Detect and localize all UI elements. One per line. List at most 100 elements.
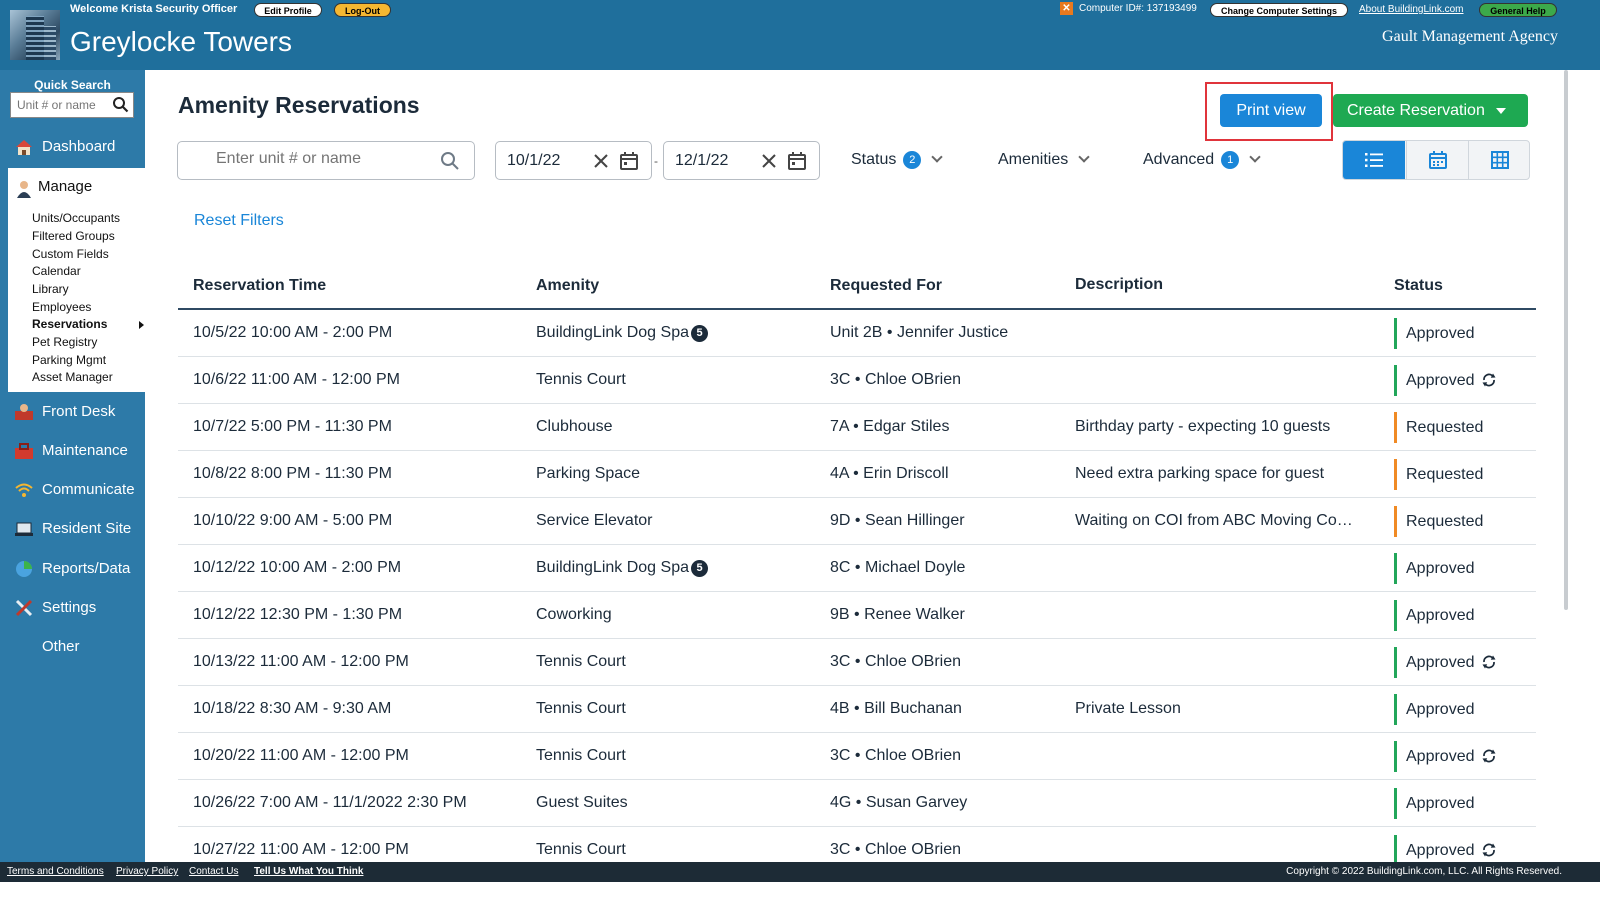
nav-units-occupants[interactable]: Units/Occupants [32,211,120,225]
nav-pet-registry[interactable]: Pet Registry [32,335,97,349]
status-badge: Approved [1394,694,1475,725]
col-amenity[interactable]: Amenity [536,277,599,295]
logout-button[interactable]: Log-Out [334,3,391,17]
table-row[interactable]: 10/12/22 10:00 AM - 2:00 PM BuildingLink … [178,545,1536,592]
reservation-search-input[interactable] [216,150,436,168]
start-date-field[interactable]: 10/1/22 [495,141,652,180]
nav-custom-fields[interactable]: Custom Fields [32,247,109,261]
caret-down-icon[interactable] [1496,108,1506,114]
table-row[interactable]: 10/18/22 8:30 AM - 9:30 AM Tennis Court 4B… [178,686,1536,733]
requested-for[interactable]: 4G • Susan Garvey [830,794,967,812]
amenity-name[interactable]: Guest Suites [536,794,628,812]
nav-calendar[interactable]: Calendar [32,264,81,278]
requested-for[interactable]: 4A • Erin Driscoll [830,465,949,483]
amenity-name[interactable]: Tennis Court [536,371,626,389]
col-requested-for[interactable]: Requested For [830,277,942,295]
about-buildinglink-link[interactable]: About BuildingLink.com [1359,4,1464,15]
wifi-icon [15,483,33,497]
requested-for[interactable]: 8C • Michael Doyle [830,559,965,577]
search-icon[interactable] [440,151,460,171]
privacy-link[interactable]: Privacy Policy [116,866,178,877]
table-row[interactable]: 10/10/22 9:00 AM - 5:00 PM Service Elevat… [178,498,1536,545]
feedback-link[interactable]: Tell Us What You Think [254,866,363,877]
person-icon [17,181,31,198]
requested-for[interactable]: 9D • Sean Hillinger [830,512,965,530]
page-title: Amenity Reservations [178,92,420,118]
amenity-name[interactable]: Tennis Court [536,653,626,671]
terms-link[interactable]: Terms and Conditions [7,866,104,877]
nav-employees[interactable]: Employees [32,300,91,314]
table-row[interactable]: 10/26/22 7:00 AM - 11/1/2022 2:30 PM Gues… [178,780,1536,827]
requested-for[interactable]: 7A • Edgar Stiles [830,418,949,436]
quick-search-box [10,92,134,118]
status-badge: Approved [1394,318,1475,349]
clear-icon[interactable] [593,153,609,169]
reset-filters-link[interactable]: Reset Filters [194,212,284,230]
reservation-time: 10/10/22 9:00 AM - 5:00 PM [193,512,393,529]
requested-for[interactable]: 3C • Chloe OBrien [830,747,961,765]
nav-resident-site[interactable]: Resident Site [0,516,145,542]
nav-library[interactable]: Library [32,282,69,296]
nav-maintenance[interactable]: Maintenance [0,438,145,464]
reservation-time: 10/13/22 11:00 AM - 12:00 PM [193,653,409,670]
nav-reports-data[interactable]: Reports/Data [0,556,145,582]
amenities-filter-dropdown[interactable]: Amenities [998,151,1090,171]
print-view-button[interactable]: Print view [1220,94,1322,127]
amenity-name[interactable]: Tennis Court [536,700,626,718]
nav-other[interactable]: Other [0,634,145,660]
nav-asset-manager[interactable]: Asset Manager [32,370,113,384]
col-description[interactable]: Description [1075,276,1163,294]
requested-for[interactable]: 3C • Chloe OBrien [830,371,961,389]
requested-for[interactable]: Unit 2B • Jennifer Justice [830,324,1008,342]
col-status[interactable]: Status [1394,277,1443,295]
amenity-name[interactable]: Coworking [536,606,612,624]
list-view-button[interactable] [1343,141,1405,179]
nav-parking-mgmt[interactable]: Parking Mgmt [32,353,106,367]
table-row[interactable]: 10/5/22 10:00 AM - 2:00 PM BuildingLink D… [178,310,1536,357]
table-row[interactable]: 10/8/22 8:00 PM - 11:30 PM Parking Space 4… [178,451,1536,498]
table-row[interactable]: 10/20/22 11:00 AM - 12:00 PM Tennis Court… [178,733,1536,780]
table-row[interactable]: 10/6/22 11:00 AM - 12:00 PM Tennis Court 3… [178,357,1536,404]
amenity-name[interactable]: BuildingLink Dog Spa 5 [536,324,708,342]
requested-for[interactable]: 4B • Bill Buchanan [830,700,962,718]
contact-link[interactable]: Contact Us [189,866,238,877]
nav-reservations[interactable]: Reservations [32,317,107,331]
quick-search-label: Quick Search [34,78,111,92]
table-row[interactable]: 10/13/22 11:00 AM - 12:00 PM Tennis Court… [178,639,1536,686]
amenity-name[interactable]: Parking Space [536,465,640,483]
calendar-icon[interactable] [619,151,639,171]
amenity-name[interactable]: BuildingLink Dog Spa 5 [536,559,708,577]
nav-dashboard[interactable]: Dashboard [0,134,145,160]
nav-front-desk[interactable]: Front Desk [0,399,145,425]
change-computer-settings-button[interactable]: Change Computer Settings [1210,3,1348,17]
recurring-icon [1475,842,1497,859]
scrollbar[interactable] [1564,70,1568,610]
col-reservation-time[interactable]: Reservation Time [193,277,326,295]
requested-for[interactable]: 3C • Chloe OBrien [830,653,961,671]
amenity-name[interactable]: Tennis Court [536,841,626,859]
table-row[interactable]: 10/12/22 12:30 PM - 1:30 PM Coworking 9B •… [178,592,1536,639]
calendar-icon[interactable] [787,151,807,171]
status-filter-dropdown[interactable]: Status 2 [851,151,944,171]
amenity-name[interactable]: Service Elevator [536,512,653,530]
requested-for[interactable]: 9B • Renee Walker [830,606,965,624]
grid-view-button[interactable] [1468,141,1529,179]
nav-communicate[interactable]: Communicate [0,477,145,503]
search-icon[interactable] [112,96,129,113]
create-reservation-button[interactable]: Create Reservation [1333,94,1528,127]
amenity-name[interactable]: Clubhouse [536,418,613,436]
advanced-filter-dropdown[interactable]: Advanced 1 [1143,151,1261,171]
table-row[interactable]: 10/7/22 5:00 PM - 11:30 PM Clubhouse 7A • … [178,404,1536,451]
edit-profile-button[interactable]: Edit Profile [254,3,322,17]
amenity-name[interactable]: Tennis Court [536,747,626,765]
end-date-field[interactable]: 12/1/22 [663,141,820,180]
description: Need extra parking space for guest [1075,465,1325,482]
nav-settings[interactable]: Settings [0,595,145,621]
nav-filtered-groups[interactable]: Filtered Groups [32,229,115,243]
general-help-button[interactable]: General Help [1479,3,1557,17]
calendar-view-button[interactable] [1406,141,1468,179]
quick-search-input[interactable] [17,93,113,117]
reservation-time: 10/20/22 11:00 AM - 12:00 PM [193,747,409,764]
clear-icon[interactable] [761,153,777,169]
requested-for[interactable]: 3C • Chloe OBrien [830,841,961,859]
